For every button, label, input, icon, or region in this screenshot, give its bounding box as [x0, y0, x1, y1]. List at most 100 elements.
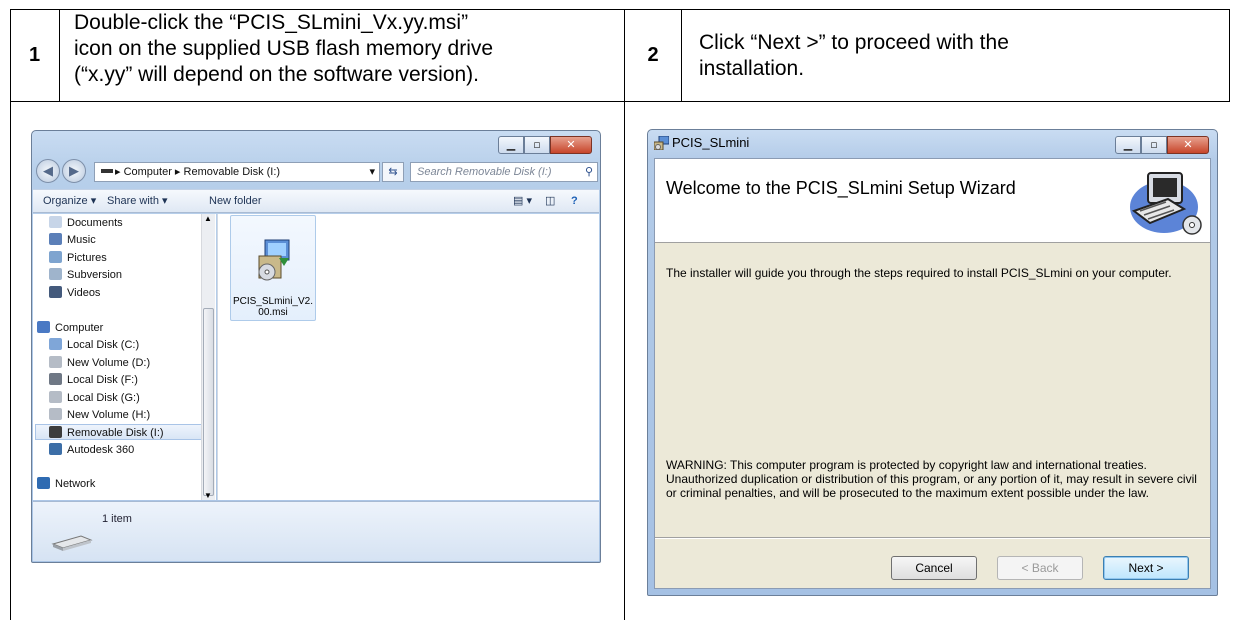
- installer-header: Welcome to the PCIS_SLmini Setup Wizard: [655, 159, 1210, 243]
- preview-pane-icon[interactable]: ◫: [545, 190, 555, 212]
- share-with-menu[interactable]: Share with ▾: [107, 190, 168, 212]
- close-button[interactable]: ✕: [550, 136, 592, 154]
- nav-item-label: Network: [55, 478, 96, 490]
- step-1-line-2: icon on the supplied USB flash memory dr…: [74, 37, 494, 60]
- address-dropdown-icon[interactable]: ▾: [369, 163, 375, 181]
- status-bar: 1 item: [33, 501, 599, 561]
- nav-item-label: Local Disk (C:): [67, 339, 140, 351]
- step-1-line-1: Double-click the “PCIS_SLmini_Vx.yy.msi”: [74, 11, 469, 34]
- search-icon[interactable]: ⚲: [585, 163, 593, 181]
- subversion-icon: [49, 268, 62, 280]
- nav-item[interactable]: Computer: [37, 320, 103, 336]
- navigation-scrollbar[interactable]: ▲ ▼: [201, 214, 215, 500]
- installer-close-button[interactable]: ✕: [1167, 136, 1209, 154]
- scrollbar-thumb[interactable]: [203, 308, 214, 496]
- table-divider-step2: [681, 9, 682, 102]
- nav-item[interactable]: Autodesk 360: [49, 442, 134, 458]
- installer-window-controls: ▁ ▫ ✕: [1115, 136, 1209, 154]
- nav-item[interactable]: Subversion: [49, 267, 122, 283]
- installer-divider: [655, 537, 1210, 539]
- step-number-1: 1: [28, 44, 41, 66]
- address-path: ▸ Computer ▸ Removable Disk (I:): [115, 166, 281, 178]
- nav-item[interactable]: Local Disk (C:): [49, 337, 139, 353]
- nav-item[interactable]: Removable Disk (I:): [35, 424, 203, 440]
- nav-item[interactable]: Local Disk (F:): [49, 372, 138, 388]
- table-divider-step1: [59, 9, 60, 102]
- nav-item-label: Documents: [67, 217, 123, 229]
- item-count: 1 item: [102, 513, 132, 525]
- installer-maximize-button[interactable]: ▫: [1141, 136, 1167, 154]
- computer-setup-icon: [1130, 172, 1202, 235]
- explorer-window: ▁ ▫ ✕ ◀ ▶ ▸ Computer ▸ Removable Disk (I…: [31, 130, 601, 563]
- drive-icon: [49, 356, 62, 368]
- nav-item[interactable]: Network: [37, 476, 95, 492]
- installer-window: PCIS_SLmini ▁ ▫ ✕ Welcome to the PCIS_SL…: [647, 129, 1218, 596]
- installer-warning-text: WARNING: This computer program is protec…: [666, 458, 1206, 500]
- nav-item-label: Computer: [55, 322, 104, 334]
- cancel-button[interactable]: Cancel: [891, 556, 977, 580]
- usb-drive-icon: [51, 535, 93, 551]
- command-bar: Organize ▾ Share with ▾ New folder ▤ ▾ ◫…: [33, 189, 599, 213]
- drive-icon: [101, 169, 113, 173]
- computer-icon: [37, 321, 50, 333]
- msi-installer-icon: [258, 239, 290, 281]
- scroll-down-icon[interactable]: ▼: [204, 491, 212, 500]
- nav-item[interactable]: Music: [49, 232, 96, 248]
- new-folder-button[interactable]: New folder: [209, 190, 262, 212]
- documents-icon: [49, 216, 62, 228]
- table-border-left: [10, 9, 11, 620]
- table-border-center: [624, 9, 625, 620]
- installer-heading: Welcome to the PCIS_SLmini Setup Wizard: [666, 178, 1016, 198]
- drive-icon: [49, 373, 62, 385]
- nav-item-label: Local Disk (F:): [67, 374, 138, 386]
- search-placeholder: Search Removable Disk (I:): [417, 166, 552, 178]
- drive-icon: [49, 408, 62, 420]
- warning-line-3: or criminal penalties, and will be prose…: [666, 486, 1149, 500]
- nav-item[interactable]: Videos: [49, 285, 100, 301]
- step-text-1: Double-click the “PCIS_SLmini_Vx.yy.msi”…: [74, 10, 619, 88]
- nav-item[interactable]: Pictures: [49, 250, 107, 266]
- warning-line-2: Unauthorized duplication or distribution…: [666, 472, 1197, 486]
- minimize-button[interactable]: ▁: [498, 136, 524, 154]
- scroll-up-icon[interactable]: ▲: [204, 214, 212, 223]
- view-options-icon[interactable]: ▤ ▾: [513, 190, 532, 212]
- nav-item-label: Removable Disk (I:): [67, 427, 164, 439]
- back-button[interactable]: < Back: [997, 556, 1083, 580]
- drive-icon: [49, 391, 62, 403]
- step-1-line-3: (“x.yy” will depend on the software vers…: [74, 63, 479, 86]
- nav-item-label: New Volume (D:): [67, 357, 151, 369]
- videos-icon: [49, 286, 62, 298]
- navigation-bar: ◀ ▶ ▸ Computer ▸ Removable Disk (I:) ▾ ⇆…: [36, 159, 598, 185]
- windows-disk-icon: [49, 338, 62, 350]
- nav-item-label: Music: [67, 234, 96, 246]
- nav-item-label: Pictures: [67, 252, 107, 264]
- installer-minimize-button[interactable]: ▁: [1115, 136, 1141, 154]
- navigation-pane: Documents Music Pictures Subversion Videos Co…: [33, 214, 216, 500]
- organize-menu[interactable]: Organize ▾: [43, 190, 96, 212]
- step-text-2: Click “Next >” to proceed with the insta…: [699, 30, 1224, 82]
- next-button[interactable]: Next >: [1103, 556, 1189, 580]
- search-input[interactable]: Search Removable Disk (I:) ⚲: [410, 162, 598, 182]
- nav-item-label: Local Disk (G:): [67, 392, 140, 404]
- table-border-mid: [10, 101, 1230, 102]
- nav-item[interactable]: Documents: [49, 215, 123, 231]
- back-arrow-icon[interactable]: ◀: [36, 159, 60, 183]
- installer-title: PCIS_SLmini: [672, 135, 750, 150]
- nav-item[interactable]: New Volume (H:): [49, 407, 150, 423]
- pictures-icon: [49, 251, 62, 263]
- warning-line-1: WARNING: This computer program is protec…: [666, 458, 1147, 472]
- nav-item[interactable]: Local Disk (G:): [49, 390, 140, 406]
- address-bar[interactable]: ▸ Computer ▸ Removable Disk (I:) ▾: [94, 162, 380, 182]
- refresh-icon[interactable]: ⇆: [382, 162, 404, 182]
- msi-file-item[interactable]: PCIS_SLmini_V2.00.msi: [230, 215, 316, 321]
- window-controls: ▁ ▫ ✕: [498, 136, 592, 154]
- nav-item[interactable]: New Volume (D:): [49, 355, 150, 371]
- installer-app-icon: [654, 136, 669, 150]
- maximize-button[interactable]: ▫: [524, 136, 550, 154]
- music-icon: [49, 233, 62, 245]
- nav-item-label: Videos: [67, 287, 101, 299]
- help-icon[interactable]: ?: [571, 190, 578, 212]
- forward-arrow-icon[interactable]: ▶: [62, 159, 86, 183]
- nav-item-label: Subversion: [67, 269, 123, 281]
- step-2-line-1: Click “Next >” to proceed with the: [699, 31, 1009, 54]
